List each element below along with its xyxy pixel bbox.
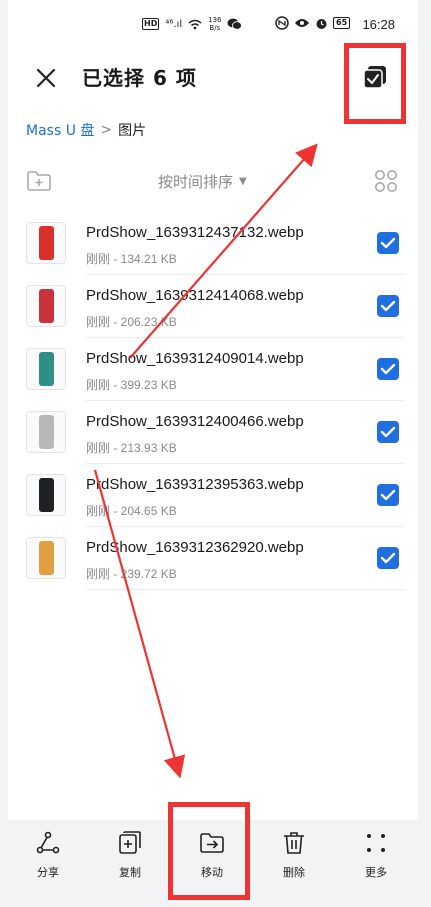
check-icon	[380, 489, 396, 501]
nfc-icon	[275, 16, 289, 30]
status-bar: HD ⁴⁶.ıl 136 B/s 65 16:28	[0, 0, 431, 46]
sort-label: 按时间排序	[158, 173, 234, 191]
divider	[86, 589, 404, 590]
copy-label: 复制	[119, 866, 141, 879]
check-icon	[380, 300, 396, 312]
alarm-icon	[316, 18, 327, 29]
chat-icon	[227, 18, 243, 30]
grid-icon	[375, 170, 397, 192]
list-item[interactable]: PrdShow_1639312437132.webp 刚刚 - 134.21 K…	[8, 212, 418, 275]
file-name: PrdShow_1639312414068.webp	[86, 287, 304, 304]
file-name: PrdShow_1639312362920.webp	[86, 539, 304, 556]
share-label: 分享	[37, 866, 59, 879]
file-thumbnail	[26, 474, 66, 516]
close-button[interactable]	[32, 64, 60, 92]
checkbox[interactable]	[377, 358, 399, 380]
grid-view-button[interactable]	[374, 169, 398, 193]
status-icons: HD ⁴⁶.ıl 136 B/s	[142, 16, 243, 32]
share-icon	[36, 831, 60, 854]
phone-image	[39, 226, 54, 260]
net-speed: 136 B/s	[208, 16, 221, 32]
more-label: 更多	[365, 866, 387, 879]
list-item[interactable]: PrdShow_1639312362920.webp 刚刚 - 239.72 K…	[8, 527, 418, 590]
breadcrumb-current: 图片	[118, 123, 147, 139]
share-button[interactable]: 分享	[18, 830, 78, 880]
delete-icon	[284, 832, 304, 854]
phone-image	[39, 289, 54, 323]
checkbox[interactable]	[377, 421, 399, 443]
list-item[interactable]: PrdShow_1639312409014.webp 刚刚 - 399.23 K…	[8, 338, 418, 401]
checkbox[interactable]	[377, 295, 399, 317]
checkbox[interactable]	[377, 232, 399, 254]
copy-button[interactable]: 复制	[100, 830, 160, 880]
close-icon	[36, 68, 56, 88]
list-item[interactable]: PrdShow_1639312414068.webp 刚刚 - 206.23 K…	[8, 275, 418, 338]
highlight-box-select-all	[344, 43, 406, 124]
check-icon	[380, 363, 396, 375]
file-name: PrdShow_1639312437132.webp	[86, 224, 304, 241]
signal-icon: ⁴⁶.ıl	[165, 18, 183, 30]
breadcrumb-root[interactable]: Mass U 盘	[26, 120, 94, 140]
status-time: 16:28	[362, 17, 395, 32]
file-meta: 刚刚 - 213.93 KB	[86, 441, 177, 455]
file-thumbnail	[26, 222, 66, 264]
screen: HD ⁴⁶.ıl 136 B/s 65 16:28 已选择 6 项 Mass U …	[0, 0, 431, 907]
file-thumbnail	[26, 411, 66, 453]
file-name: PrdShow_1639312395363.webp	[86, 476, 304, 493]
file-meta: 刚刚 - 399.23 KB	[86, 378, 177, 392]
page-title: 已选择 6 项	[82, 66, 197, 90]
sort-dropdown[interactable]: 按时间排序 ▼	[158, 171, 247, 192]
phone-image	[39, 541, 54, 575]
new-folder-icon	[27, 171, 51, 191]
file-name: PrdShow_1639312400466.webp	[86, 413, 304, 430]
highlight-box-move	[168, 802, 250, 900]
chevron-right-icon: >	[100, 122, 113, 138]
new-folder-button[interactable]	[26, 170, 52, 192]
net-speed-value: 136	[208, 16, 222, 24]
file-meta: 刚刚 - 204.65 KB	[86, 504, 177, 518]
file-thumbnail	[26, 348, 66, 390]
check-icon	[380, 426, 396, 438]
status-right-icons: 65	[275, 16, 351, 30]
file-meta: 刚刚 - 206.23 KB	[86, 315, 177, 329]
net-speed-unit: B/s	[209, 24, 221, 32]
file-name: PrdShow_1639312409014.webp	[86, 350, 304, 367]
more-button[interactable]: 更多	[346, 830, 406, 880]
file-thumbnail	[26, 285, 66, 327]
checkbox[interactable]	[377, 484, 399, 506]
phone-image	[39, 352, 54, 386]
file-meta: 刚刚 - 134.21 KB	[86, 252, 177, 266]
wifi-icon	[188, 19, 202, 29]
phone-image	[39, 478, 54, 512]
file-list: PrdShow_1639312437132.webp 刚刚 - 134.21 K…	[8, 212, 418, 590]
file-thumbnail	[26, 537, 66, 579]
caret-down-icon: ▼	[239, 176, 247, 187]
battery-icon: 65	[333, 17, 351, 29]
delete-label: 删除	[283, 866, 305, 879]
copy-icon	[119, 831, 141, 854]
more-icon	[367, 834, 385, 852]
hd-badge: HD	[142, 18, 160, 30]
list-item[interactable]: PrdShow_1639312400466.webp 刚刚 - 213.93 K…	[8, 401, 418, 464]
breadcrumb: Mass U 盘 > 图片	[26, 120, 146, 140]
check-icon	[380, 237, 396, 249]
file-meta: 刚刚 - 239.72 KB	[86, 567, 177, 581]
toolbar: 按时间排序 ▼	[8, 166, 418, 198]
check-icon	[380, 552, 396, 564]
delete-button[interactable]: 删除	[264, 830, 324, 880]
checkbox[interactable]	[377, 547, 399, 569]
list-item[interactable]: PrdShow_1639312395363.webp 刚刚 - 204.65 K…	[8, 464, 418, 527]
eye-icon	[295, 19, 309, 27]
phone-image	[39, 415, 54, 449]
